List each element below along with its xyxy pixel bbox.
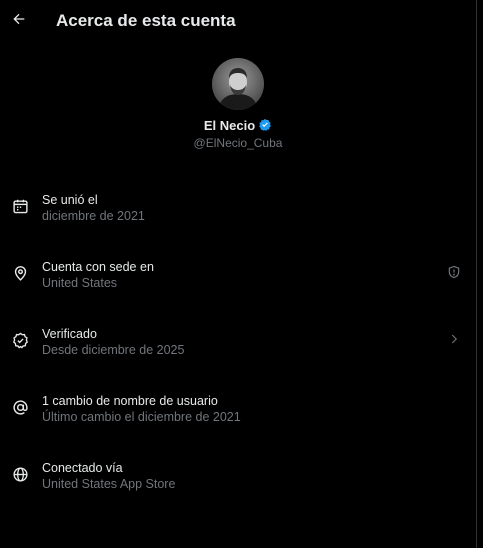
page-header: Acerca de esta cuenta xyxy=(0,0,476,42)
verified-check-icon xyxy=(10,330,30,350)
name-row: El Necio xyxy=(0,116,476,134)
shield-alert-icon[interactable] xyxy=(446,264,462,280)
account-location-row: Cuenta con sede en United States xyxy=(0,249,476,316)
display-name: El Necio xyxy=(203,117,256,133)
connected-via-row: Conectado vía United States App Store xyxy=(0,450,476,517)
back-button[interactable] xyxy=(6,6,32,32)
username-changes-row: 1 cambio de nombre de usuario Último cam… xyxy=(0,383,476,450)
scrollbar-track[interactable] xyxy=(476,0,483,548)
joined-date-row: Se unió el diciembre de 2021 xyxy=(0,182,476,249)
arrow-left-icon xyxy=(11,11,27,27)
row-label: Verificado xyxy=(42,327,97,341)
location-pin-icon xyxy=(10,263,30,283)
globe-icon xyxy=(10,464,30,484)
account-info-list: Se unió el diciembre de 2021 Cuenta con … xyxy=(0,182,476,517)
row-value: United States App Store xyxy=(42,477,176,491)
at-sign-icon xyxy=(10,397,30,417)
chevron-right-icon[interactable] xyxy=(446,331,462,347)
calendar-icon xyxy=(10,196,30,216)
row-label: 1 cambio de nombre de usuario xyxy=(42,394,218,408)
row-label: Cuenta con sede en xyxy=(42,260,154,274)
profile-summary: El Necio @ElNecio_Cuba xyxy=(0,58,476,150)
verified-row[interactable]: Verificado Desde diciembre de 2025 xyxy=(0,316,476,383)
row-label: Se unió el xyxy=(42,193,98,207)
row-value: United States xyxy=(42,276,118,290)
row-value: Último cambio el diciembre de 2021 xyxy=(42,410,241,424)
page-title: Acerca de esta cuenta xyxy=(56,11,236,30)
row-value: diciembre de 2021 xyxy=(42,209,145,223)
user-handle: @ElNecio_Cuba xyxy=(193,136,283,150)
row-value: Desde diciembre de 2025 xyxy=(42,343,185,357)
row-label: Conectado vía xyxy=(42,461,123,475)
avatar[interactable] xyxy=(212,58,264,110)
verified-badge-icon xyxy=(258,118,272,132)
